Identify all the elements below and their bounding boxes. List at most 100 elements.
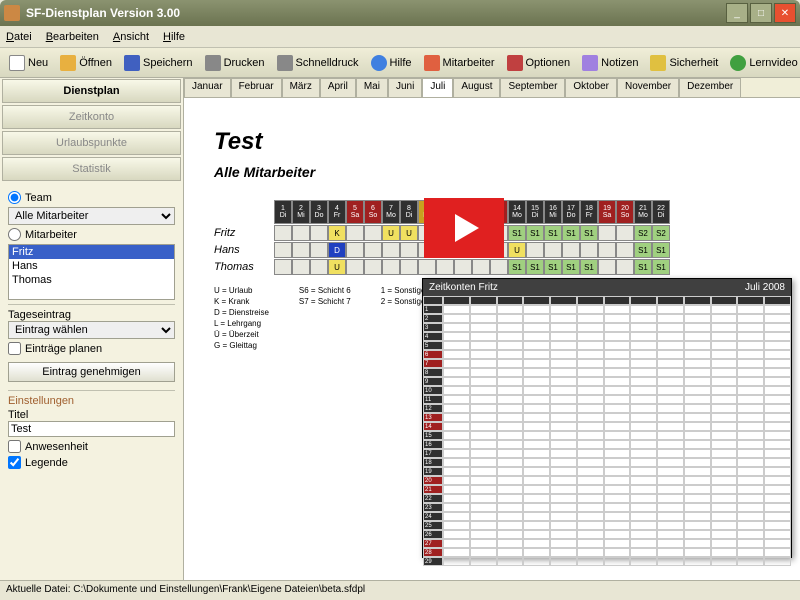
tool-optionen[interactable]: Optionen — [502, 53, 576, 73]
tageseintrag-select[interactable]: Eintrag wählen — [8, 321, 175, 339]
schedule-cell[interactable] — [436, 259, 454, 275]
schedule-cell[interactable]: S1 — [508, 259, 526, 275]
schedule-cell[interactable] — [598, 242, 616, 258]
tool-drucken[interactable]: Drucken — [200, 53, 270, 73]
schedule-cell[interactable] — [346, 259, 364, 275]
tool-speichern[interactable]: Speichern — [119, 53, 198, 73]
schedule-cell[interactable]: S1 — [508, 225, 526, 241]
menu-datei[interactable]: Datei — [6, 31, 32, 43]
schedule-cell[interactable] — [400, 242, 418, 258]
check-legende[interactable]: Legende — [8, 456, 175, 469]
schedule-cell[interactable] — [544, 242, 562, 258]
check-anwesenheit[interactable]: Anwesenheit — [8, 440, 175, 453]
schedule-cell[interactable] — [598, 259, 616, 275]
minimize-button[interactable]: _ — [726, 3, 748, 23]
schedule-cell[interactable]: U — [508, 242, 526, 258]
tool-notizen[interactable]: Notizen — [577, 53, 643, 73]
tab-dezember[interactable]: Dezember — [679, 78, 741, 97]
schedule-cell[interactable] — [292, 242, 310, 258]
menu-ansicht[interactable]: Ansicht — [113, 31, 149, 43]
tab-juni[interactable]: Juni — [388, 78, 422, 97]
schedule-cell[interactable] — [454, 259, 472, 275]
schedule-cell[interactable]: K — [328, 225, 346, 241]
schedule-cell[interactable] — [292, 259, 310, 275]
radio-team[interactable]: Team — [8, 191, 175, 204]
schedule-cell[interactable]: S1 — [634, 259, 652, 275]
list-item[interactable]: Fritz — [9, 245, 174, 259]
schedule-cell[interactable]: S2 — [652, 225, 670, 241]
tool-lernvideo[interactable]: Lernvideo — [725, 53, 800, 73]
schedule-cell[interactable] — [310, 242, 328, 258]
close-button[interactable]: ✕ — [774, 3, 796, 23]
schedule-cell[interactable]: S1 — [652, 242, 670, 258]
schedule-cell[interactable]: U — [400, 225, 418, 241]
schedule-cell[interactable]: U — [328, 259, 346, 275]
schedule-cell[interactable] — [382, 259, 400, 275]
schedule-cell[interactable] — [418, 259, 436, 275]
schedule-cell[interactable] — [526, 242, 544, 258]
schedule-cell[interactable] — [616, 259, 634, 275]
schedule-cell[interactable]: S1 — [544, 259, 562, 275]
tab-september[interactable]: September — [500, 78, 565, 97]
tool-schnelldruck[interactable]: Schnelldruck — [272, 53, 364, 73]
schedule-cell[interactable] — [382, 242, 400, 258]
schedule-cell[interactable]: S1 — [580, 225, 598, 241]
zeitkonto-window[interactable]: Zeitkonten Fritz Juli 2008 1234567891011… — [422, 278, 792, 558]
tool-mitarbeiter[interactable]: Mitarbeiter — [419, 53, 500, 73]
schedule-cell[interactable] — [346, 242, 364, 258]
schedule-cell[interactable] — [400, 259, 418, 275]
schedule-cell[interactable] — [490, 259, 508, 275]
schedule-cell[interactable] — [364, 242, 382, 258]
schedule-cell[interactable] — [364, 259, 382, 275]
tab-oktober[interactable]: Oktober — [565, 78, 617, 97]
nav-zeitkonto[interactable]: Zeitkonto — [2, 105, 181, 129]
schedule-cell[interactable] — [346, 225, 364, 241]
schedule-cell[interactable] — [274, 225, 292, 241]
maximize-button[interactable]: □ — [750, 3, 772, 23]
menu-bearbeiten[interactable]: Bearbeiten — [46, 31, 99, 43]
schedule-cell[interactable]: S1 — [652, 259, 670, 275]
menu-hilfe[interactable]: Hilfe — [163, 31, 185, 43]
schedule-cell[interactable] — [580, 242, 598, 258]
schedule-cell[interactable]: S1 — [580, 259, 598, 275]
tab-februar[interactable]: Februar — [231, 78, 282, 97]
schedule-cell[interactable]: S1 — [634, 242, 652, 258]
schedule-cell[interactable] — [310, 259, 328, 275]
tab-november[interactable]: November — [617, 78, 679, 97]
schedule-cell[interactable] — [274, 242, 292, 258]
schedule-cell[interactable]: S1 — [526, 259, 544, 275]
list-item[interactable]: Hans — [9, 259, 174, 273]
team-select[interactable]: Alle Mitarbeiter — [8, 207, 175, 225]
employee-list[interactable]: Fritz Hans Thomas — [8, 244, 175, 300]
titel-input[interactable] — [8, 421, 175, 437]
nav-urlaubspunkte[interactable]: Urlaubspunkte — [2, 131, 181, 155]
schedule-cell[interactable]: U — [382, 225, 400, 241]
tab-januar[interactable]: Januar — [184, 78, 231, 97]
schedule-cell[interactable]: S1 — [526, 225, 544, 241]
tool-neu[interactable]: Neu — [4, 53, 53, 73]
schedule-cell[interactable]: D — [328, 242, 346, 258]
check-eintraege-planen[interactable]: Einträge planen — [8, 342, 175, 355]
tab-märz[interactable]: März — [282, 78, 320, 97]
tab-august[interactable]: August — [453, 78, 500, 97]
tool-hilfe[interactable]: Hilfe — [366, 53, 417, 73]
schedule-cell[interactable] — [274, 259, 292, 275]
tool-sicherheit[interactable]: Sicherheit — [645, 53, 723, 73]
schedule-cell[interactable] — [616, 242, 634, 258]
nav-statistik[interactable]: Statistik — [2, 157, 181, 181]
play-video-button[interactable] — [424, 198, 504, 258]
schedule-cell[interactable]: S1 — [562, 259, 580, 275]
schedule-cell[interactable] — [472, 259, 490, 275]
schedule-cell[interactable] — [616, 225, 634, 241]
tool-offnen[interactable]: Öffnen — [55, 53, 117, 73]
schedule-cell[interactable]: S1 — [544, 225, 562, 241]
radio-mitarbeiter[interactable]: Mitarbeiter — [8, 228, 175, 241]
eintrag-genehmigen-button[interactable]: Eintrag genehmigen — [8, 362, 175, 382]
schedule-cell[interactable]: S1 — [562, 225, 580, 241]
schedule-cell[interactable] — [310, 225, 328, 241]
schedule-cell[interactable]: S2 — [634, 225, 652, 241]
list-item[interactable]: Thomas — [9, 273, 174, 287]
tab-april[interactable]: April — [320, 78, 356, 97]
nav-dienstplan[interactable]: Dienstplan — [2, 79, 181, 103]
tab-mai[interactable]: Mai — [356, 78, 388, 97]
